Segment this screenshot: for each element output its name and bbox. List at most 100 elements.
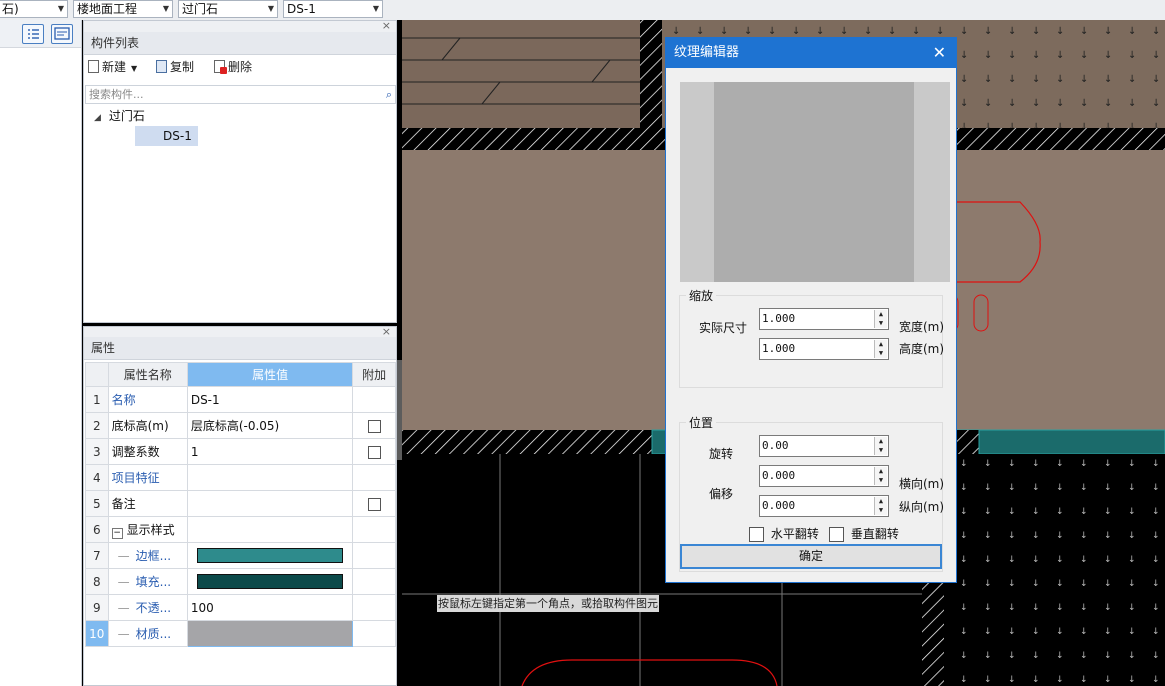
delete-button[interactable]: 删除: [214, 55, 252, 79]
close-icon[interactable]: ✕: [933, 38, 946, 68]
flip-horizontal-checkbox[interactable]: 水平翻转: [749, 525, 819, 542]
type-combo[interactable]: 过门石 ▼: [178, 0, 278, 18]
property-name: 填充...: [135, 575, 172, 589]
header-extra: 附加: [352, 362, 396, 387]
search-icon[interactable]: ⌕: [386, 86, 392, 103]
component-combo[interactable]: DS-1 ▼: [283, 0, 383, 18]
table-row[interactable]: 3 调整系数 1: [85, 438, 396, 465]
flip-horizontal-box[interactable]: [749, 527, 764, 542]
ok-label: 确定: [798, 549, 823, 563]
position-group-label: 位置: [686, 414, 717, 431]
property-name: 边框...: [135, 549, 172, 563]
property-value[interactable]: 1: [186, 438, 354, 465]
property-name: 项目特征: [107, 464, 188, 491]
component-search-input[interactable]: 搜索构件... ⌕: [85, 85, 396, 104]
dialog-title: 纹理编辑器: [674, 45, 740, 60]
ok-button[interactable]: 确定: [680, 544, 942, 569]
table-row[interactable]: 9 — 不透... 100: [85, 594, 396, 621]
offset-y-spinbox[interactable]: 0.000 ▲ ▼: [759, 495, 889, 517]
table-row[interactable]: 8 — 填充...: [85, 568, 396, 595]
category-combo-value: 楼地面工程: [77, 2, 138, 16]
width-spinbox[interactable]: 1.000 ▲ ▼: [759, 308, 889, 330]
property-value[interactable]: [186, 542, 354, 569]
table-row[interactable]: 2 底标高(m) 层底标高(-0.05): [85, 412, 396, 439]
tree-child-label: DS-1: [163, 129, 192, 143]
panel-splitter[interactable]: [397, 360, 402, 460]
copy-button[interactable]: 复制: [156, 55, 194, 79]
list-view-button[interactable]: [22, 24, 44, 44]
delete-label: 删除: [228, 60, 253, 74]
border-color-swatch[interactable]: [196, 548, 343, 563]
height-spinbox[interactable]: 1.000 ▲ ▼: [759, 338, 889, 360]
component-combo-value: DS-1: [287, 2, 316, 16]
properties-table: 属性名称 属性值 附加 1 名称 DS-1 2 底标高(m) 层底标高(-0.0…: [85, 362, 396, 647]
collapse-triangle-icon[interactable]: ◢: [94, 113, 101, 123]
flip-vertical-label: 垂直翻转: [850, 527, 899, 541]
table-row[interactable]: 5 备注: [85, 490, 396, 517]
row-number: 6: [85, 516, 109, 543]
fill-color-swatch[interactable]: [196, 574, 343, 589]
property-value[interactable]: 100: [186, 594, 354, 621]
list-icon: [28, 29, 39, 39]
property-value[interactable]: 层底标高(-0.05): [186, 412, 354, 439]
property-name: 底标高(m): [107, 412, 188, 439]
row-number: 9: [85, 594, 109, 621]
property-name: 显示样式: [126, 522, 175, 537]
chevron-down-icon: ▼: [372, 4, 379, 13]
width-spin-buttons[interactable]: ▲ ▼: [874, 310, 887, 328]
height-spin-buttons[interactable]: ▲ ▼: [874, 340, 887, 358]
detail-view-button[interactable]: [51, 24, 73, 44]
table-row-selected[interactable]: 10 — 材质...: [85, 620, 396, 647]
property-extra: [352, 516, 396, 543]
close-icon[interactable]: ×: [382, 19, 391, 32]
tree-child-selected[interactable]: DS-1: [135, 126, 198, 146]
property-name: 材质...: [135, 627, 172, 641]
property-value[interactable]: [186, 464, 354, 491]
chevron-down-icon: ▼: [267, 4, 274, 13]
extra-checkbox[interactable]: [367, 497, 381, 511]
offset-x-spin-buttons[interactable]: ▲ ▼: [874, 467, 887, 485]
property-value[interactable]: DS-1: [186, 386, 354, 413]
property-extra: [352, 386, 396, 413]
property-value[interactable]: [186, 620, 354, 647]
rotate-value: 0.00: [762, 439, 789, 452]
property-name: 调整系数: [107, 438, 188, 465]
property-value: [186, 516, 354, 543]
properties-title: 属性: [84, 337, 396, 360]
property-value[interactable]: [186, 568, 354, 595]
rotate-spin-buttons[interactable]: ▲ ▼: [874, 437, 887, 455]
new-button[interactable]: 新建 ▼: [88, 55, 137, 79]
flip-horizontal-label: 水平翻转: [770, 527, 819, 541]
collapse-minus-icon[interactable]: −: [111, 527, 123, 539]
table-row[interactable]: 4 项目特征: [85, 464, 396, 491]
table-row[interactable]: 1 名称 DS-1: [85, 386, 396, 413]
table-row[interactable]: 7 — 边框...: [85, 542, 396, 569]
flip-vertical-box[interactable]: [829, 527, 844, 542]
property-value[interactable]: [186, 490, 354, 517]
flip-vertical-checkbox[interactable]: 垂直翻转: [829, 525, 899, 542]
property-name: 名称: [107, 386, 188, 413]
tree-parent-label: 过门石: [108, 109, 145, 123]
chevron-down-icon: ▼: [57, 4, 64, 13]
chevron-down-icon: ▼: [162, 4, 169, 13]
tree-parent[interactable]: ◢ 过门石: [94, 106, 145, 126]
floor-combo[interactable]: 石) ▼: [0, 0, 68, 18]
row-number-header: [85, 362, 109, 387]
offset-label: 偏移: [709, 487, 734, 501]
offset-y-spin-buttons[interactable]: ▲ ▼: [874, 497, 887, 515]
texture-editor-dialog: 纹理编辑器 ✕ 缩放 实际尺寸 1.000 ▲ ▼ 宽度(m) 1.000 ▲ ▼ …: [665, 37, 957, 583]
row-number: 3: [85, 438, 109, 465]
extra-checkbox[interactable]: [367, 445, 381, 459]
width-value: 1.000: [762, 312, 796, 325]
rotate-spinbox[interactable]: 0.00 ▲ ▼: [759, 435, 889, 457]
component-list-panel: × 构件列表 新建 ▼ 复制 删除 搜索构件... ⌕ ◢ 过门石 DS-1: [83, 19, 397, 323]
table-row[interactable]: 6 − 显示样式: [85, 516, 396, 543]
table-header: 属性名称 属性值 附加: [85, 362, 396, 387]
category-combo[interactable]: 楼地面工程 ▼: [73, 0, 173, 18]
extra-checkbox[interactable]: [367, 419, 381, 433]
close-icon[interactable]: ×: [382, 325, 391, 338]
copy-label: 复制: [170, 60, 195, 74]
row-number: 1: [85, 386, 109, 413]
offset-x-spinbox[interactable]: 0.000 ▲ ▼: [759, 465, 889, 487]
property-name-cell: — 材质...: [107, 620, 188, 647]
